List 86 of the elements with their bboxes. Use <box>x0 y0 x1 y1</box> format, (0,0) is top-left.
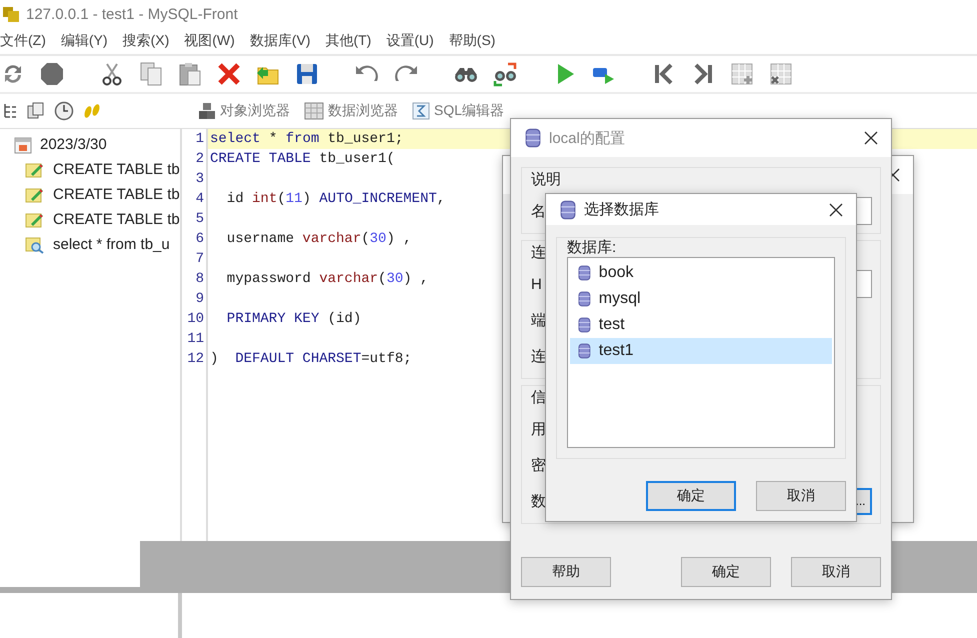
dialog-button[interactable]: 取消 <box>791 557 881 587</box>
database-icon <box>578 317 591 333</box>
dialog-button[interactable]: 确定 <box>681 557 771 587</box>
menu-item[interactable]: 帮助(S) <box>448 32 496 50</box>
history-item[interactable]: select * from tb_u <box>53 236 170 253</box>
dialog-button[interactable]: 取消 <box>756 481 846 511</box>
menu-item[interactable]: 设置(U) <box>386 32 434 50</box>
line-number: 5 <box>194 210 205 229</box>
field-label: 连 <box>531 346 546 366</box>
save-icon[interactable] <box>294 61 320 87</box>
line-number: 2 <box>194 150 205 169</box>
menu-item[interactable]: 文件(Z) <box>0 32 46 50</box>
line-number: 11 <box>186 330 205 349</box>
cubes-icon <box>198 102 216 120</box>
code-line: select * from tb_user1; <box>210 131 404 147</box>
dialog-button[interactable]: 帮助 <box>521 557 611 587</box>
close-icon[interactable] <box>863 130 879 146</box>
menu-item[interactable]: 视图(W) <box>184 32 235 50</box>
group-caption: 数据库: <box>567 238 616 257</box>
code-line: CREATE TABLE tb_user1( <box>210 151 395 167</box>
database-item[interactable]: book <box>570 260 832 286</box>
history-item[interactable]: CREATE TABLE tb <box>53 161 180 178</box>
line-number: 1 <box>194 130 205 149</box>
menu-item[interactable]: 编辑(Y) <box>60 32 108 50</box>
line-number: 9 <box>194 290 205 309</box>
code-line: username varchar(30) , <box>226 231 412 247</box>
delete-row-icon[interactable] <box>768 61 794 87</box>
app-icon <box>2 5 20 23</box>
line-number: 12 <box>186 350 205 369</box>
calendar-icon <box>14 136 32 154</box>
dialog-title: local的配置 <box>549 128 626 148</box>
database-icon <box>525 128 541 148</box>
field-label: 名 <box>531 202 546 220</box>
dialog-button[interactable]: 确定 <box>646 481 736 511</box>
field-label: 密 <box>531 456 546 474</box>
binoculars-icon[interactable] <box>492 61 518 87</box>
code-line: mypassword varchar(30) , <box>226 271 428 287</box>
field-label: 用 <box>531 420 546 438</box>
database-icon <box>578 343 591 359</box>
database-icon <box>578 291 591 307</box>
field-label: H <box>531 276 542 292</box>
script-icon <box>412 102 430 120</box>
tree-icon[interactable] <box>2 102 18 120</box>
line-number: 8 <box>194 270 205 289</box>
pencil-note-icon <box>25 160 45 178</box>
window-title: 127.0.0.1 - test1 - MySQL-Front <box>26 6 238 22</box>
pencil-note-icon <box>25 186 45 204</box>
database-icon <box>578 265 591 281</box>
line-number: 7 <box>194 250 205 269</box>
history-item[interactable]: CREATE TABLE tb <box>53 211 180 228</box>
dialog-title: 选择数据库 <box>584 200 660 219</box>
menu-item[interactable]: 其他(T) <box>325 32 372 50</box>
code-line: ) DEFAULT CHARSET=utf8; <box>210 351 412 367</box>
pencil-note-icon <box>25 210 45 228</box>
paste-icon[interactable] <box>177 61 203 87</box>
history-date[interactable]: 2023/3/30 <box>40 136 107 153</box>
database-icon <box>560 200 576 220</box>
group-caption: 信 <box>531 388 546 407</box>
line-number: 6 <box>194 230 205 249</box>
clock-icon[interactable] <box>54 101 74 121</box>
database-item[interactable]: test1 <box>570 338 832 364</box>
grid-icon <box>304 102 324 120</box>
menu-item[interactable]: 数据库(V) <box>250 32 310 50</box>
database-item[interactable]: mysql <box>570 286 832 312</box>
database-item[interactable]: test <box>570 312 832 338</box>
code-line: id int(11) AUTO_INCREMENT, <box>226 191 446 207</box>
add-row-icon[interactable] <box>729 61 755 87</box>
line-number: 4 <box>194 190 205 209</box>
code-line: PRIMARY KEY (id) <box>226 311 362 327</box>
group-caption: 连 <box>531 243 546 262</box>
documents-icon[interactable] <box>26 102 46 120</box>
delete-icon[interactable] <box>216 61 242 87</box>
menu-item[interactable]: 搜索(X) <box>122 32 170 50</box>
line-number: 10 <box>186 310 205 329</box>
magnifier-note-icon <box>25 236 45 254</box>
field-label: 数 <box>531 492 546 510</box>
view-button[interactable]: SQL编辑器 <box>412 102 504 120</box>
view-button[interactable]: 对象浏览器 <box>198 102 290 120</box>
group-caption: 说明 <box>531 170 561 189</box>
copy-icon[interactable] <box>138 61 164 87</box>
field-label: 端 <box>531 310 546 330</box>
history-item[interactable]: CREATE TABLE tb <box>53 186 180 203</box>
line-number: 3 <box>194 170 205 189</box>
stop-icon[interactable] <box>39 61 65 87</box>
view-button[interactable]: 数据浏览器 <box>304 102 398 120</box>
close-icon[interactable] <box>828 202 844 218</box>
